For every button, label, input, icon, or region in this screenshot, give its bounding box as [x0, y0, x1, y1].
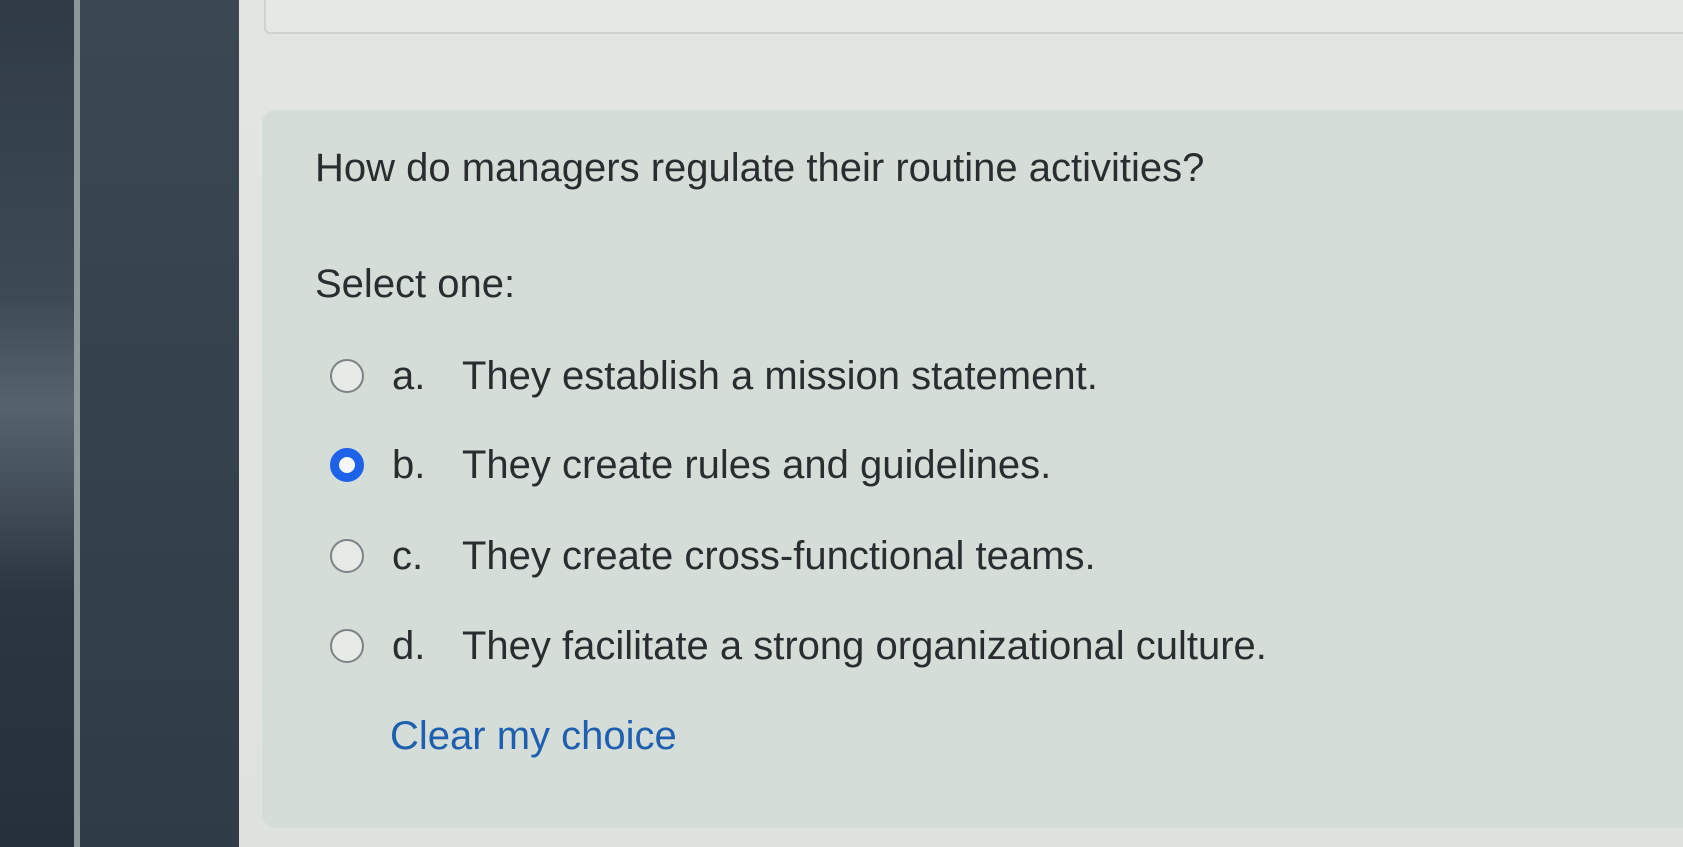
option-a-letter: a. [392, 353, 426, 398]
option-a[interactable]: a. They establish a mission statement. [330, 348, 1098, 404]
sidebar-panel [80, 0, 239, 847]
option-a-text[interactable]: They establish a mission statement. [462, 354, 1098, 399]
select-prompt: Select one: [315, 262, 516, 306]
option-d-text[interactable]: They facilitate a strong organizational … [462, 624, 1267, 669]
option-b[interactable]: b. They create rules and guidelines. [330, 437, 1051, 493]
option-b-text[interactable]: They create rules and guidelines. [462, 443, 1051, 488]
clear-choice-link[interactable]: Clear my choice [390, 714, 677, 759]
screen-bezel [0, 0, 76, 847]
option-c-text[interactable]: They create cross-functional teams. [462, 534, 1096, 579]
question-text: How do managers regulate their routine a… [315, 146, 1205, 190]
radio-option-a[interactable] [330, 359, 364, 393]
previous-card [264, 0, 1683, 34]
option-d-letter: d. [392, 623, 426, 668]
option-b-letter: b. [392, 442, 426, 487]
option-c[interactable]: c. They create cross-functional teams. [330, 528, 1096, 584]
radio-option-b[interactable] [330, 448, 364, 482]
option-d[interactable]: d. They facilitate a strong organization… [330, 618, 1267, 674]
radio-option-d[interactable] [330, 629, 364, 663]
radio-option-c[interactable] [330, 539, 364, 573]
option-c-letter: c. [392, 533, 424, 578]
